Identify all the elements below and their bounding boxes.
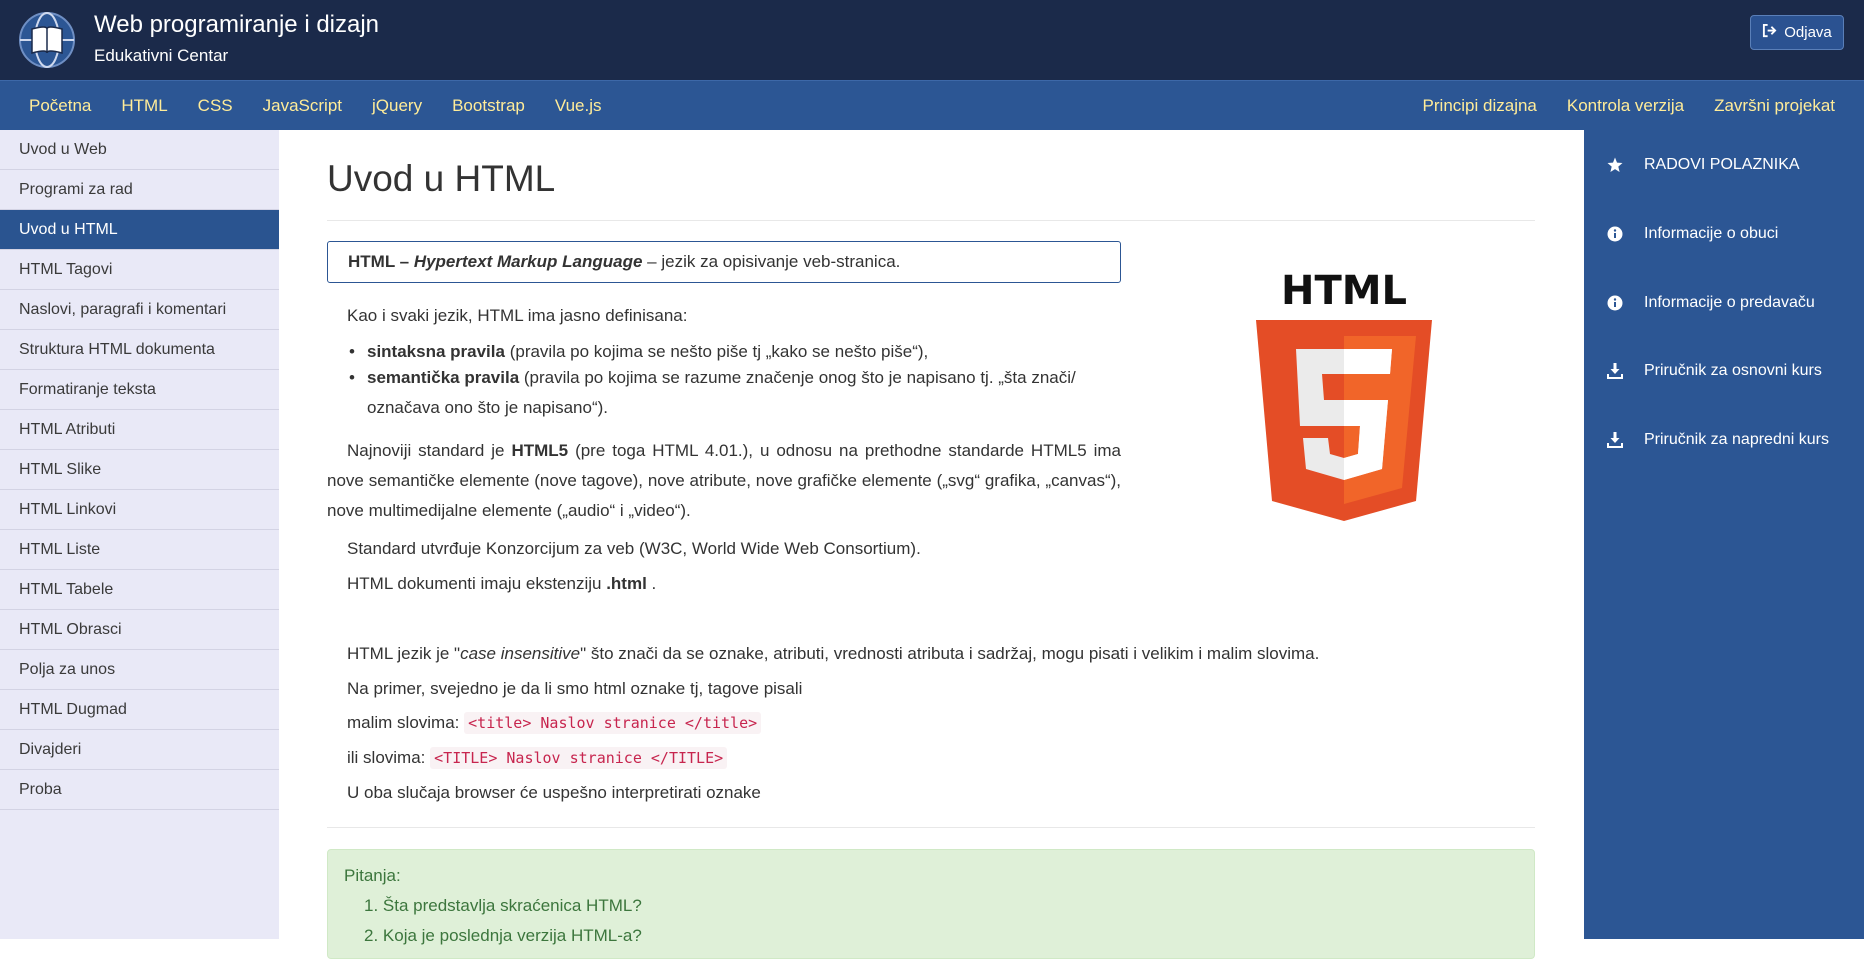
sidebar-item-slike[interactable]: HTML Slike xyxy=(0,450,279,490)
paragraph-example: Na primer, svejedno je da li smo html oz… xyxy=(347,679,803,698)
code-snippet: <title> Naslov stranice </title> xyxy=(464,712,762,734)
rightbar-label: Informacije o obuci xyxy=(1644,225,1779,242)
main-content: Uvod u HTML HTML – Hypertext Markup Lang… xyxy=(279,130,1584,959)
nav-item-css[interactable]: CSS xyxy=(183,96,248,116)
rightbar-item-informacije-predavac[interactable]: Informacije o predavaču xyxy=(1584,283,1864,323)
site-subtitle: Edukativni Centar xyxy=(94,46,229,65)
intro-text: Kao i svaki jezik, HTML ima jasno defini… xyxy=(347,306,688,325)
sidebar-item-struktura[interactable]: Struktura HTML dokumenta xyxy=(0,330,279,370)
html5-wordmark: HTML xyxy=(1281,268,1407,314)
sidebar-item-atributi[interactable]: HTML Atributi xyxy=(0,410,279,450)
html5-logo-icon: HTML xyxy=(1256,266,1432,527)
download-icon xyxy=(1606,432,1624,448)
rightbar-item-prirucnik-napredni[interactable]: Priručnik za napredni kurs xyxy=(1584,420,1864,460)
star-icon xyxy=(1606,157,1624,173)
rightbar-item-prirucnik-osnovni[interactable]: Priručnik za osnovni kurs xyxy=(1584,351,1864,391)
sidebar-item-naslovi[interactable]: Naslovi, paragrafi i komentari xyxy=(0,290,279,330)
sidebar-item-proba[interactable]: Proba xyxy=(0,770,279,810)
sidebar-item-polja-za-unos[interactable]: Polja za unos xyxy=(0,650,279,690)
logout-button[interactable]: Odjava xyxy=(1750,15,1844,50)
rightbar-label: RADOVI POLAZNIKA xyxy=(1644,156,1800,173)
paragraph-italic: case insensitive xyxy=(460,644,581,663)
sidebar-item-linkovi[interactable]: HTML Linkovi xyxy=(0,490,279,530)
nav-item-html[interactable]: HTML xyxy=(106,96,182,116)
rightbar-item-radovi[interactable]: RADOVI POLAZNIKA xyxy=(1584,145,1864,185)
paragraph-extension: HTML dokumenti imaju ekstenziju .html . xyxy=(347,574,656,594)
definition-term: Hypertext Markup Language xyxy=(413,252,643,271)
paragraph-case: HTML jezik je "case insensitive" što zna… xyxy=(347,644,1319,664)
right-sidebar: RADOVI POLAZNIKA Informacije o obuci Inf… xyxy=(1584,130,1864,939)
sign-out-icon xyxy=(1762,23,1777,42)
sidebar-item-uvod-u-html[interactable]: Uvod u HTML xyxy=(0,210,279,250)
question-item: 1. Šta predstavlja skraćenica HTML? xyxy=(364,896,642,915)
paragraph-text: " što znači da se oznake, atributi, vred… xyxy=(580,644,1320,663)
code-snippet: <TITLE> Naslov stranice </TITLE> xyxy=(430,747,728,769)
site-title[interactable]: Web programiranje i dizajn xyxy=(94,11,379,39)
paragraph-uppercase: ili slovima: <TITLE> Naslov stranice </T… xyxy=(347,747,728,769)
paragraph-html5: Najnoviji standard je HTML5 (pre toga HT… xyxy=(327,436,1121,526)
sidebar-item-obrasci[interactable]: HTML Obrasci xyxy=(0,610,279,650)
left-sidebar: Uvod u Web Programi za rad Uvod u HTML H… xyxy=(0,130,279,939)
top-header: Web programiranje i dizajn Edukativni Ce… xyxy=(0,0,1864,80)
divider xyxy=(327,827,1535,828)
sidebar-item-liste[interactable]: HTML Liste xyxy=(0,530,279,570)
download-icon xyxy=(1606,363,1624,379)
list-item: semantička pravila (pravila po kojima se… xyxy=(347,363,1147,423)
paragraph-bold: HTML5 xyxy=(511,441,569,460)
sidebar-item-uvod-u-web[interactable]: Uvod u Web xyxy=(0,130,279,170)
paragraph-conclusion: U oba slučaja browser će uspešno interpr… xyxy=(347,783,761,802)
bullet-bold: sintaksna pravila xyxy=(367,342,505,361)
question-text: Šta predstavlja skraćenica HTML? xyxy=(382,896,642,915)
rightbar-item-informacije-obuka[interactable]: Informacije o obuci xyxy=(1584,214,1864,254)
paragraph-text: malim slovima: xyxy=(347,713,460,732)
nav-item-jquery[interactable]: jQuery xyxy=(357,96,437,116)
sidebar-item-dugmad[interactable]: HTML Dugmad xyxy=(0,690,279,730)
globe-book-icon[interactable] xyxy=(18,11,76,69)
questions-box: Pitanja: 1. Šta predstavlja skraćenica H… xyxy=(327,849,1535,959)
paragraph-text: ili slovima: xyxy=(347,748,426,767)
divider xyxy=(327,220,1535,221)
bullet-bold: semantička pravila xyxy=(367,368,520,387)
definition-box: HTML – Hypertext Markup Language – jezik… xyxy=(327,241,1121,283)
page-title: Uvod u HTML xyxy=(327,158,556,199)
nav-item-principi-dizajna[interactable]: Principi dizajna xyxy=(1408,96,1552,116)
rightbar-label: Priručnik za osnovni kurs xyxy=(1644,362,1822,379)
nav-item-javascript[interactable]: JavaScript xyxy=(248,96,357,116)
paragraph-text: HTML dokumenti imaju ekstenziju xyxy=(347,574,602,593)
nav-item-kontrola-verzija[interactable]: Kontrola verzija xyxy=(1552,96,1699,116)
question-item: 2. Koja je poslednja verzija HTML-a? xyxy=(364,926,642,945)
paragraph-text: Najnoviji standard je xyxy=(347,441,505,460)
main-navbar: Početna HTML CSS JavaScript jQuery Boots… xyxy=(0,80,1864,130)
nav-item-bootstrap[interactable]: Bootstrap xyxy=(437,96,540,116)
sidebar-item-formatiranje[interactable]: Formatiranje teksta xyxy=(0,370,279,410)
paragraph-text: HTML jezik je " xyxy=(347,644,461,663)
paragraph-text: . xyxy=(651,574,657,593)
nav-item-pocetna[interactable]: Početna xyxy=(14,96,106,116)
bullet-text: (pravila po kojima se nešto piše tj „kak… xyxy=(509,342,929,361)
rightbar-label: Informacije o predavaču xyxy=(1644,294,1815,311)
sidebar-item-html-tagovi[interactable]: HTML Tagovi xyxy=(0,250,279,290)
logout-label: Odjava xyxy=(1784,24,1832,41)
sidebar-item-tabele[interactable]: HTML Tabele xyxy=(0,570,279,610)
sidebar-item-programi-za-rad[interactable]: Programi za rad xyxy=(0,170,279,210)
questions-title: Pitanja: xyxy=(344,866,401,885)
info-icon xyxy=(1606,295,1624,311)
paragraph-lowercase: malim slovima: <title> Naslov stranice <… xyxy=(347,712,762,734)
nav-item-zavrsni-projekat[interactable]: Završni projekat xyxy=(1699,96,1850,116)
sidebar-item-divajderi[interactable]: Divajderi xyxy=(0,730,279,770)
paragraph-w3c: Standard utvrđuje Konzorcijum za veb (W3… xyxy=(347,539,921,558)
definition-text: – jezik za opisivanje veb-stranica. xyxy=(647,252,901,271)
info-icon xyxy=(1606,226,1624,242)
nav-item-vuejs[interactable]: Vue.js xyxy=(540,96,617,116)
question-text: Koja je poslednja verzija HTML-a? xyxy=(382,926,642,945)
rightbar-label: Priručnik za napredni kurs xyxy=(1644,431,1829,448)
definition-abbr: HTML – xyxy=(348,252,410,271)
paragraph-bold: .html xyxy=(606,574,647,593)
